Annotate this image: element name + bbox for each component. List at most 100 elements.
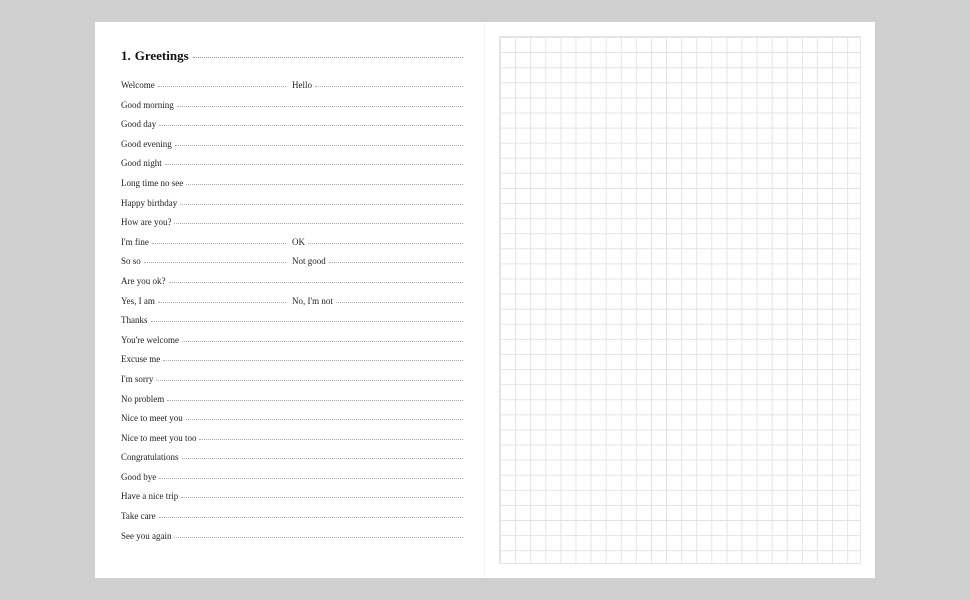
- vocab-term: I'm sorry: [121, 374, 156, 384]
- vocab-term: Have a nice trip: [121, 491, 181, 501]
- fill-line: [159, 517, 463, 518]
- vocab-row: Take care: [121, 511, 463, 531]
- vocab-row: No problem: [121, 394, 463, 414]
- vocab-term: Nice to meet you: [121, 413, 186, 423]
- vocab-cell: Good bye: [121, 472, 463, 482]
- vocab-term: OK: [292, 237, 308, 247]
- vocab-cell: Good night: [121, 158, 463, 168]
- fill-line: [174, 223, 463, 224]
- vocab-term: Not good: [292, 256, 329, 266]
- vocab-term: So so: [121, 256, 144, 266]
- fill-line: [174, 537, 463, 538]
- vocab-term: Good bye: [121, 472, 159, 482]
- fill-line: [158, 86, 286, 87]
- vocab-cell: Good evening: [121, 139, 463, 149]
- vocab-cell: No, I'm not: [292, 296, 463, 306]
- vocab-row: Yes, I am No, I'm not: [121, 296, 463, 316]
- fill-line: [169, 282, 464, 283]
- vocab-row: Nice to meet you too: [121, 433, 463, 453]
- page-spread: 1. Greetings Welcome Hello Good morning Goo…: [95, 22, 875, 578]
- vocab-term: Good morning: [121, 100, 177, 110]
- vocab-term: No, I'm not: [292, 296, 336, 306]
- vocab-term: Hello: [292, 80, 315, 90]
- vocab-term: Welcome: [121, 80, 158, 90]
- vocab-row: How are you?: [121, 217, 463, 237]
- fill-line: [199, 439, 463, 440]
- vocab-row: Good day: [121, 119, 463, 139]
- vocab-cell: Long time no see: [121, 178, 463, 188]
- vocab-term: No problem: [121, 394, 167, 404]
- fill-line: [152, 243, 286, 244]
- vocab-cell: Nice to meet you too: [121, 433, 463, 443]
- vocab-row: Good bye: [121, 472, 463, 492]
- vocab-row: Happy birthday: [121, 198, 463, 218]
- vocab-term: Long time no see: [121, 178, 186, 188]
- vocab-cell: You're welcome: [121, 335, 463, 345]
- vocab-row: Congratulations: [121, 452, 463, 472]
- vocab-cell: Good day: [121, 119, 463, 129]
- vocab-term: I'm fine: [121, 237, 152, 247]
- fill-line: [156, 380, 463, 381]
- fill-line: [167, 400, 463, 401]
- vocab-row: Long time no see: [121, 178, 463, 198]
- left-page: 1. Greetings Welcome Hello Good morning Goo…: [95, 22, 485, 578]
- vocab-row: See you again: [121, 531, 463, 551]
- fill-line: [181, 497, 463, 498]
- fill-line: [158, 302, 286, 303]
- vocab-cell: Excuse me: [121, 354, 463, 364]
- vocab-cell: Hello: [292, 80, 463, 90]
- right-page: [485, 22, 875, 578]
- fill-line: [163, 360, 463, 361]
- fill-line: [159, 478, 463, 479]
- vocab-cell: See you again: [121, 531, 463, 541]
- vocab-term: Take care: [121, 511, 159, 521]
- vocab-row: I'm sorry: [121, 374, 463, 394]
- fill-line: [144, 262, 286, 263]
- vocab-row: Have a nice trip: [121, 491, 463, 511]
- fill-line: [180, 204, 463, 205]
- vocab-term: How are you?: [121, 217, 174, 227]
- vocab-term: Good night: [121, 158, 165, 168]
- vocab-cell: Take care: [121, 511, 463, 521]
- heading-rule: [193, 57, 463, 58]
- vocab-term: Good day: [121, 119, 159, 129]
- vocab-term: Nice to meet you too: [121, 433, 199, 443]
- fill-line: [186, 184, 463, 185]
- fill-line: [182, 341, 463, 342]
- vocab-term: Good evening: [121, 139, 175, 149]
- fill-line: [165, 164, 463, 165]
- fill-line: [186, 419, 463, 420]
- vocab-row: Good morning: [121, 100, 463, 120]
- vocab-term: You're welcome: [121, 335, 182, 345]
- vocab-row: Thanks: [121, 315, 463, 335]
- vocab-row: Are you ok?: [121, 276, 463, 296]
- vocab-term: Congratulations: [121, 452, 182, 462]
- vocab-cell: OK: [292, 237, 463, 247]
- vocab-row: Good evening: [121, 139, 463, 159]
- fill-line: [175, 145, 463, 146]
- fill-line: [177, 106, 463, 107]
- vocab-term: Happy birthday: [121, 198, 180, 208]
- vocab-cell: How are you?: [121, 217, 463, 227]
- grid-paper: [499, 36, 861, 564]
- section-title-text: Greetings: [135, 48, 193, 64]
- vocab-cell: Congratulations: [121, 452, 463, 462]
- vocab-row: I'm fine OK: [121, 237, 463, 257]
- vocab-cell: I'm fine: [121, 237, 292, 247]
- fill-line: [159, 125, 463, 126]
- vocabulary-list: Welcome Hello Good morning Good day Good eve…: [121, 80, 463, 550]
- vocab-cell: So so: [121, 256, 292, 266]
- vocab-cell: Have a nice trip: [121, 491, 463, 501]
- vocab-row: Good night: [121, 158, 463, 178]
- vocab-cell: Welcome: [121, 80, 292, 90]
- vocab-row: So so Not good: [121, 256, 463, 276]
- fill-line: [329, 262, 463, 263]
- vocab-cell: Nice to meet you: [121, 413, 463, 423]
- vocab-cell: Thanks: [121, 315, 463, 325]
- vocab-term: Are you ok?: [121, 276, 169, 286]
- vocab-cell: I'm sorry: [121, 374, 463, 384]
- vocab-row: You're welcome: [121, 335, 463, 355]
- vocab-term: See you again: [121, 531, 174, 541]
- vocab-term: Yes, I am: [121, 296, 158, 306]
- section-number: 1.: [121, 48, 135, 64]
